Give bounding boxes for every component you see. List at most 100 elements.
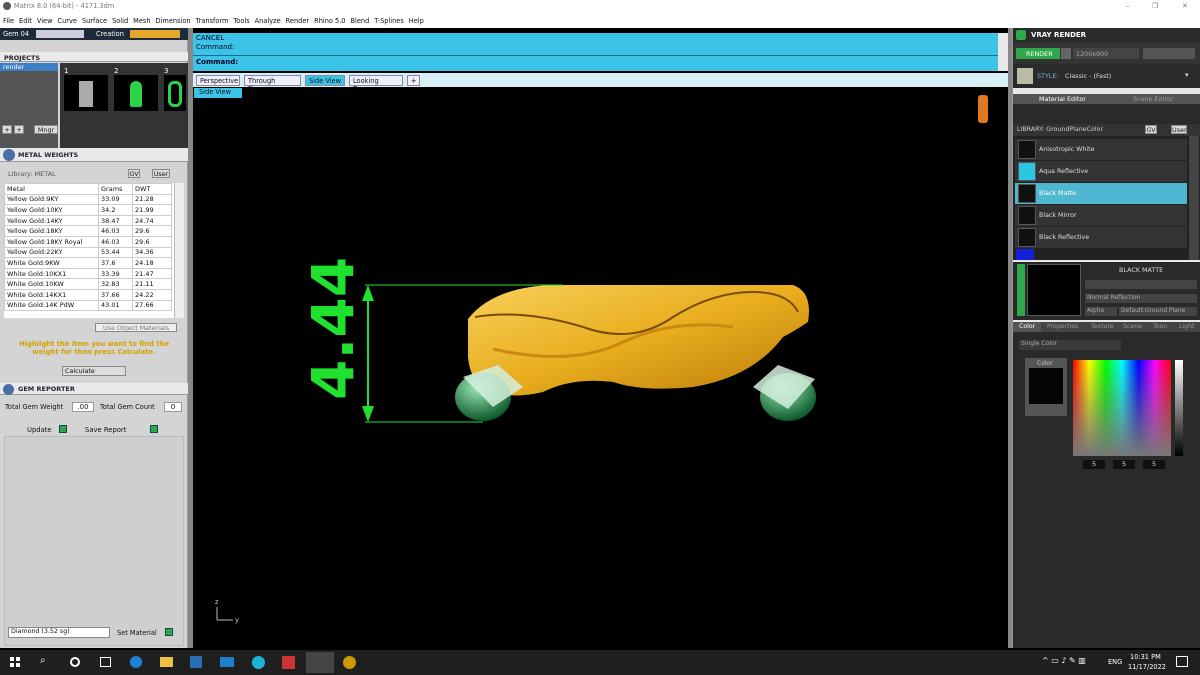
green-value[interactable]: 5 — [1113, 460, 1135, 469]
store-icon[interactable] — [190, 656, 202, 668]
table-row[interactable]: Yellow Gold:14KY 38.47 24.74 — [4, 214, 172, 227]
use-object-materials-button[interactable]: Use Object Materials — [95, 323, 177, 332]
style-dropdown[interactable]: Classic - (Fast) — [1065, 72, 1111, 80]
matrix-taskbar-icon[interactable] — [306, 652, 334, 673]
render-toolbar[interactable] — [1143, 48, 1195, 59]
col-grams[interactable]: Grams — [98, 183, 133, 195]
manager-button[interactable]: Mngr — [34, 125, 58, 134]
menu-file[interactable]: File — [0, 14, 16, 25]
ground-plane-dropdown[interactable]: Default:Ground Plane — [1119, 307, 1197, 316]
menu-dimension[interactable]: Dimension — [153, 14, 193, 25]
col-dwt[interactable]: DWT — [132, 183, 172, 195]
menu-blend[interactable]: Blend — [348, 14, 372, 25]
red-app-icon[interactable] — [282, 656, 295, 669]
brightness-slider[interactable] — [1175, 360, 1183, 456]
collapse-handle[interactable] — [1017, 264, 1025, 316]
gem-toolbar[interactable] — [36, 30, 84, 38]
vray-taskbar-icon[interactable] — [252, 656, 265, 669]
thumb-cube[interactable] — [64, 75, 108, 111]
command-area[interactable]: CANCEL Command: Command: — [193, 33, 1008, 71]
command-scrollbar[interactable] — [998, 33, 1008, 71]
search-icon[interactable]: ⌕ — [40, 655, 46, 666]
tab-through-finger[interactable]: Through Finger — [244, 75, 301, 93]
render-button[interactable]: RENDER — [1016, 48, 1060, 59]
thumb-ring[interactable] — [164, 75, 186, 111]
tab-looking-down[interactable]: Looking Down — [349, 75, 403, 93]
language-indicator[interactable]: ENG — [1108, 658, 1122, 666]
user-button[interactable]: User — [152, 169, 170, 178]
start-icon[interactable] — [10, 657, 20, 667]
close-button[interactable]: ✕ — [1182, 2, 1188, 10]
material-gv-button[interactable]: GV — [1145, 125, 1157, 134]
minimize-button[interactable]: – — [1126, 2, 1130, 10]
command-prompt[interactable]: Command: — [196, 58, 238, 66]
table-row[interactable]: Yellow Gold:9KY 33.09 21.28 — [4, 193, 172, 206]
edge-icon[interactable] — [130, 656, 142, 668]
material-scrollbar[interactable] — [1189, 136, 1199, 260]
tab-side-view[interactable]: Side View — [305, 75, 345, 86]
add-tab-button[interactable]: + — [407, 75, 420, 86]
gem-dropdown[interactable]: Gem 04 — [3, 30, 29, 38]
set-material-go-icon[interactable] — [165, 628, 173, 636]
creation-toolbar[interactable] — [130, 30, 180, 38]
col-metal[interactable]: Metal — [4, 183, 99, 195]
table-row[interactable]: White Gold:10KW 32.83 21.11 — [4, 278, 172, 290]
material-item[interactable]: Black Reflective — [1015, 227, 1187, 248]
viewport[interactable]: Side View 4.44 z y — [193, 87, 1008, 645]
add-project-button[interactable]: + — [2, 125, 12, 134]
tab-perspective[interactable]: Perspective — [196, 75, 240, 86]
table-row[interactable]: White Gold:14KX1 37.66 24.22 — [4, 288, 172, 301]
notification-icon[interactable] — [1176, 656, 1188, 667]
material-item[interactable]: Black Mirror — [1015, 205, 1187, 226]
subtab-properties[interactable]: Properties — [1047, 323, 1078, 330]
table-row[interactable]: White Gold:9KW 37.6 24.18 — [4, 257, 172, 269]
table-scrollbar[interactable] — [174, 183, 184, 318]
other-app-icon[interactable] — [343, 656, 356, 669]
menu-edit[interactable]: Edit — [16, 14, 34, 25]
gv-button[interactable]: GV — [128, 169, 140, 178]
bulb-icon[interactable] — [978, 95, 988, 123]
menu-solid[interactable]: Solid — [109, 14, 130, 25]
material-item-selected[interactable]: Black Matte — [1015, 183, 1187, 204]
table-row[interactable]: Yellow Gold:18KY Royal 46.03 29.6 — [4, 235, 172, 248]
color-picker-field[interactable] — [1073, 360, 1171, 456]
menu-transform[interactable]: Transform — [193, 14, 231, 25]
maximize-button[interactable]: ❐ — [1152, 2, 1158, 10]
menu-help[interactable]: Help — [406, 14, 426, 25]
reflection-dropdown[interactable]: Normal Reflection — [1085, 294, 1197, 303]
material-toolbar[interactable] — [1013, 104, 1200, 124]
render-settings-icon[interactable] — [1061, 48, 1071, 59]
menu-tsplines[interactable]: T-Splines — [371, 14, 406, 25]
table-row[interactable]: White Gold:14K PdW 43.01 27.66 — [4, 299, 172, 312]
material-item[interactable]: Aqua Reflective — [1015, 161, 1187, 182]
menu-tools[interactable]: Tools — [230, 14, 251, 25]
subtab-texture[interactable]: Texture — [1091, 323, 1114, 330]
diamond-select[interactable]: Diamond (3.52 sg) — [8, 627, 110, 638]
calculate-button[interactable]: Calculate — [62, 366, 126, 376]
menu-view[interactable]: View — [34, 14, 55, 25]
alpha-dropdown[interactable]: Alpha — [1085, 307, 1117, 316]
subtab-light[interactable]: Light — [1179, 323, 1194, 330]
menu-render[interactable]: Render — [283, 14, 311, 25]
update-go-icon[interactable] — [59, 425, 67, 433]
table-row[interactable]: Yellow Gold:10KY 34.2 21.99 — [4, 204, 172, 216]
subtab-toon[interactable]: Toon — [1153, 323, 1167, 330]
chevron-down-icon[interactable]: ▾ — [1185, 71, 1189, 79]
file-explorer-icon[interactable] — [160, 657, 173, 667]
ring-model[interactable] — [455, 285, 816, 421]
subtab-color[interactable]: Color — [1013, 322, 1041, 332]
tab-scene-editor[interactable]: Scene Editor — [1133, 95, 1173, 103]
material-swatch[interactable] — [1016, 249, 1034, 260]
menu-analyze[interactable]: Analyze — [252, 14, 283, 25]
table-row[interactable]: Yellow Gold:22KY 53.44 34.36 — [4, 246, 172, 259]
cortana-icon[interactable] — [70, 657, 80, 667]
project-item[interactable]: render — [0, 63, 58, 71]
subtab-scene[interactable]: Scene — [1123, 323, 1142, 330]
menu-rhino[interactable]: Rhino 5.0 — [311, 14, 347, 25]
thumb-gem[interactable] — [114, 75, 158, 111]
menu-surface[interactable]: Surface — [79, 14, 109, 25]
color-mode-dropdown[interactable]: Single Color — [1019, 340, 1121, 350]
resolution-field[interactable]: 1200x900 — [1073, 48, 1139, 59]
tray-icons[interactable]: ^ ▭ ♪ ✎ ▥ — [1042, 656, 1086, 665]
blue-value[interactable]: 5 — [1143, 460, 1165, 469]
